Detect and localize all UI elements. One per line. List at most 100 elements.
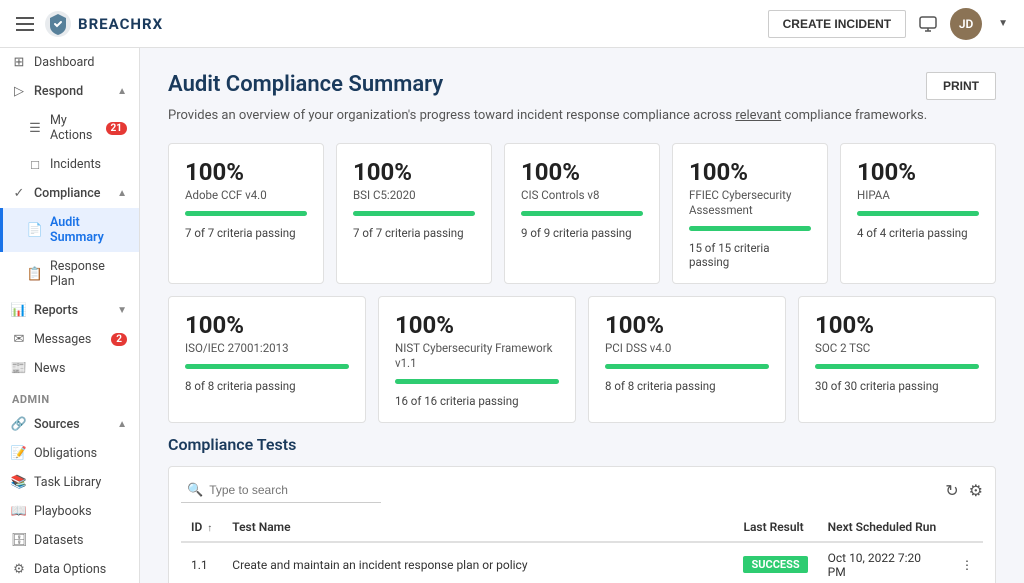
card-criteria: 8 of 8 criteria passing [605,379,769,393]
audit-summary-icon: 📄 [28,223,42,237]
compliance-card: 100% PCI DSS v4.0 8 of 8 criteria passin… [588,296,786,423]
hamburger-menu[interactable] [16,17,34,31]
compliance-card: 100% BSI C5:2020 7 of 7 criteria passing [336,143,492,284]
page-subtitle: Provides an overview of your organizatio… [168,108,996,123]
toolbar-actions: ↻ ⚙ [945,481,983,500]
card-name: PCI DSS v4.0 [605,341,769,356]
card-criteria: 30 of 30 criteria passing [815,379,979,393]
sidebar-item-news[interactable]: 📰 News [0,354,139,383]
reports-chevron: ▼ [117,305,127,316]
person-icon: ☰ [28,121,42,135]
table-row: 1.1 Create and maintain an incident resp… [181,542,983,583]
brand-logo: BREACHRX [44,10,163,38]
cell-result: SUCCESS [733,542,817,583]
col-next-run: Next Scheduled Run [818,513,951,542]
compliance-chevron: ▲ [117,188,127,199]
compliance-card: 100% FFIEC Cybersecurity Assessment 15 o… [672,143,828,284]
col-test-name: Test Name [222,513,733,542]
reports-label: Reports [34,303,78,318]
progress-bar [353,211,475,216]
sort-arrow-icon: ↑ [207,523,212,534]
obligations-label: Obligations [34,446,127,461]
top-nav: BREACHRX CREATE INCIDENT JD ▼ [0,0,1024,48]
sidebar-item-respond[interactable]: ▷ Respond ▲ [0,77,139,106]
main-content: Audit Compliance Summary PRINT Provides … [140,48,1024,583]
card-criteria: 4 of 4 criteria passing [857,226,979,240]
sidebar-item-incidents[interactable]: □ Incidents [0,150,139,179]
sidebar-item-sources[interactable]: 🔗 Sources ▲ [0,410,139,439]
cards-row-1: 100% Adobe CCF v4.0 7 of 7 criteria pass… [168,143,996,284]
progress-bar-fill [605,364,769,369]
sidebar-item-reports[interactable]: 📊 Reports ▼ [0,296,139,325]
sidebar: ⊞ Dashboard ▷ Respond ▲ ☰ My Actions 21 … [0,48,140,583]
playbooks-icon: 📖 [12,505,26,519]
compliance-tests-title: Compliance Tests [168,435,996,454]
compliance-tests-container: 🔍 ↻ ⚙ ID ↑ Test Name Last Re [168,466,996,583]
sidebar-item-messages[interactable]: ✉ Messages 2 [0,325,139,354]
table-header-row: ID ↑ Test Name Last Result Next Schedule… [181,513,983,542]
refresh-icon[interactable]: ↻ [945,481,958,500]
monitor-icon[interactable] [918,14,938,34]
progress-bar-fill [185,211,307,216]
sidebar-item-obligations[interactable]: 📝 Obligations [0,439,139,468]
create-incident-button[interactable]: CREATE INCIDENT [768,10,906,38]
progress-bar [185,211,307,216]
card-criteria: 16 of 16 criteria passing [395,394,559,408]
sources-label: Sources [34,417,80,432]
grid-icon: ⊞ [12,56,26,70]
card-criteria: 7 of 7 criteria passing [353,226,475,240]
news-label: News [34,361,127,376]
messages-icon: ✉ [12,333,26,347]
compliance-card: 100% HIPAA 4 of 4 criteria passing [840,143,996,284]
progress-bar-fill [815,364,979,369]
progress-bar-fill [395,379,559,384]
incidents-label: Incidents [50,157,127,172]
nav-left: BREACHRX [16,10,163,38]
nav-right: CREATE INCIDENT JD ▼ [768,8,1008,40]
col-menu [951,513,983,542]
col-last-result: Last Result [733,513,817,542]
card-name: CIS Controls v8 [521,188,643,203]
settings-icon-btn[interactable]: ⚙ [969,481,983,500]
card-name: ISO/IEC 27001:2013 [185,341,349,356]
cell-next-run: Oct 10, 2022 7:20 PM [818,542,951,583]
success-badge: SUCCESS [743,556,807,573]
sidebar-item-audit-summary[interactable]: 📄 Audit Summary [0,208,139,252]
admin-section-title: Admin [0,383,139,410]
card-name: NIST Cybersecurity Framework v1.1 [395,341,559,371]
compliance-card: 100% CIS Controls v8 9 of 9 criteria pas… [504,143,660,284]
search-input[interactable] [209,483,369,497]
brand-name: BREACHRX [78,15,163,33]
sidebar-item-datasets[interactable]: 🗄 Datasets [0,526,139,555]
incidents-icon: □ [28,158,42,172]
sidebar-item-compliance[interactable]: ✓ Compliance ▲ [0,179,139,208]
col-id[interactable]: ID ↑ [181,513,222,542]
sidebar-item-my-actions[interactable]: ☰ My Actions 21 [0,106,139,150]
chevron-down-icon[interactable]: ▼ [998,18,1008,29]
progress-bar [521,211,643,216]
progress-bar [605,364,769,369]
compliance-card: 100% NIST Cybersecurity Framework v1.1 1… [378,296,576,423]
tests-toolbar: 🔍 ↻ ⚙ [181,479,983,503]
card-percent: 100% [689,158,811,186]
progress-bar-fill [689,226,811,231]
card-criteria: 9 of 9 criteria passing [521,226,643,240]
sidebar-item-playbooks[interactable]: 📖 Playbooks [0,497,139,526]
news-icon: 📰 [12,362,26,376]
card-percent: 100% [395,311,559,339]
avatar[interactable]: JD [950,8,982,40]
reports-icon: 📊 [12,304,26,318]
print-button[interactable]: PRINT [926,72,996,100]
sidebar-item-data-options[interactable]: ⚙ Data Options [0,555,139,583]
compliance-card: 100% SOC 2 TSC 30 of 30 criteria passing [798,296,996,423]
response-plan-label: Response Plan [50,259,127,289]
sidebar-item-task-library[interactable]: 📚 Task Library [0,468,139,497]
card-name: SOC 2 TSC [815,341,979,356]
sidebar-item-dashboard[interactable]: ⊞ Dashboard [0,48,139,77]
datasets-icon: 🗄 [12,534,26,548]
sidebar-item-response-plan[interactable]: 📋 Response Plan [0,252,139,296]
sidebar-label: Dashboard [34,55,127,70]
search-box: 🔍 [181,479,381,503]
audit-summary-label: Audit Summary [50,215,127,245]
compliance-card: 100% ISO/IEC 27001:2013 8 of 8 criteria … [168,296,366,423]
